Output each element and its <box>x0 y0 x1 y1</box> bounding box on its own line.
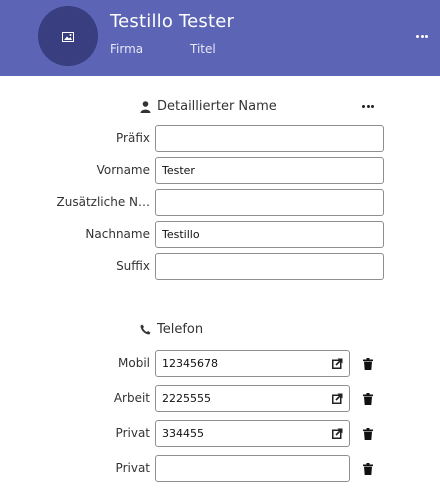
image-icon <box>62 27 74 46</box>
section-heading: Detaillierter Name <box>157 99 277 114</box>
external-link-icon[interactable] <box>331 357 343 369</box>
trash-icon[interactable] <box>362 428 373 440</box>
section-title-phone: Telefon <box>140 322 203 337</box>
trash-icon[interactable] <box>362 393 373 405</box>
more-horizontal-icon[interactable] <box>362 104 374 108</box>
label-phone-home[interactable]: Privat <box>0 426 150 440</box>
avatar[interactable] <box>38 6 98 66</box>
title-field[interactable]: Titel <box>190 42 216 56</box>
section-title-name: Detaillierter Name <box>140 99 277 114</box>
contact-header: Testillo Tester Firma Titel <box>0 0 440 76</box>
label-suffix: Suffix <box>116 259 150 273</box>
phone-icon <box>140 324 151 335</box>
phone-field-new[interactable] <box>155 455 350 482</box>
phone-field-mobile[interactable] <box>155 350 350 377</box>
additional-name-field[interactable] <box>155 189 384 216</box>
contact-name[interactable]: Testillo Tester <box>110 11 234 32</box>
trash-icon[interactable] <box>362 463 373 475</box>
last-name-field[interactable] <box>155 221 384 248</box>
label-last-name: Nachname <box>85 227 150 241</box>
person-icon <box>140 100 151 113</box>
label-additional-name: Zusätzliche N… <box>56 195 150 209</box>
label-first-name: Vorname <box>96 163 150 177</box>
external-link-icon[interactable] <box>331 427 343 439</box>
label-phone-mobile[interactable]: Mobil <box>0 356 150 370</box>
first-name-field[interactable] <box>155 157 384 184</box>
prefix-field[interactable] <box>155 125 384 152</box>
external-link-icon[interactable] <box>331 392 343 404</box>
label-prefix: Präfix <box>116 131 150 145</box>
trash-icon[interactable] <box>362 358 373 370</box>
label-phone-home-2[interactable]: Privat <box>0 461 150 475</box>
phone-field-home[interactable] <box>155 420 350 447</box>
phone-field-work[interactable] <box>155 385 350 412</box>
section-heading: Telefon <box>157 322 204 337</box>
more-horizontal-icon[interactable] <box>416 33 428 39</box>
label-phone-work[interactable]: Arbeit <box>0 391 150 405</box>
company-field[interactable]: Firma <box>110 42 143 56</box>
suffix-field[interactable] <box>155 253 384 280</box>
